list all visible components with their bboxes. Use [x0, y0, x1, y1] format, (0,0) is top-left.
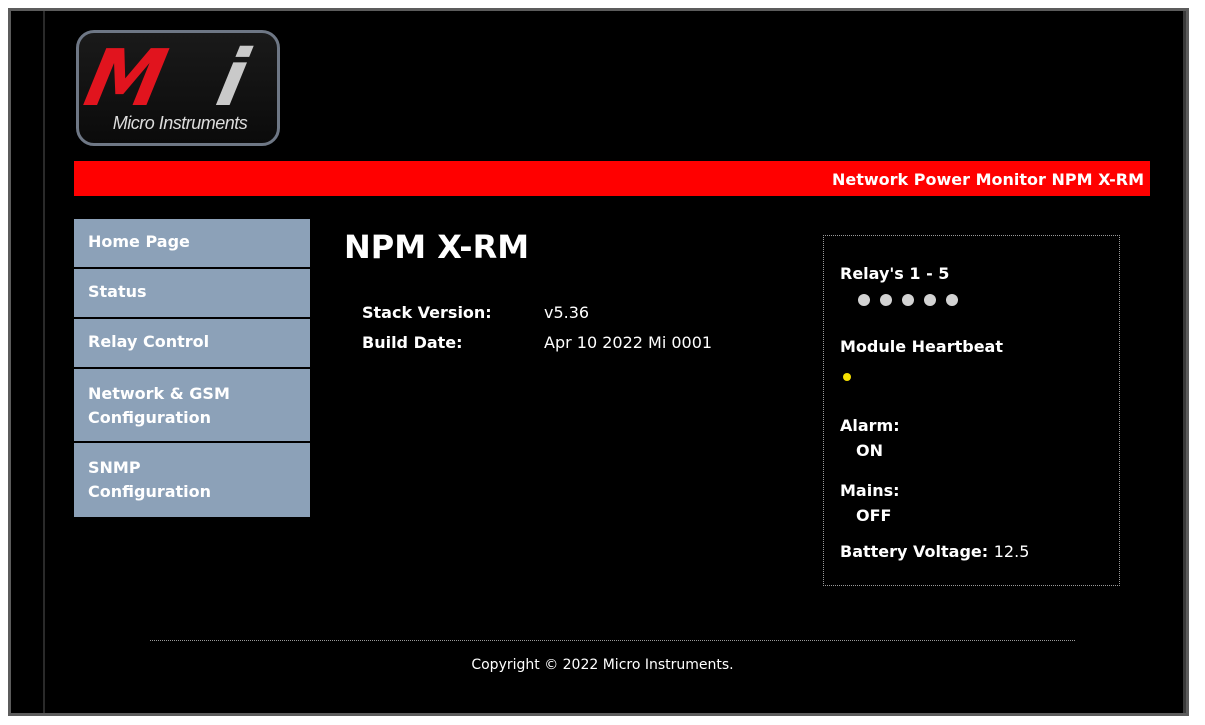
alarm-label: Alarm: [840, 416, 900, 435]
relay-indicator-3 [902, 294, 914, 306]
micro-instruments-logo: M i Micro Instruments [76, 30, 280, 146]
build-date-row: Build Date: Apr 10 2022 Mi 0001 [362, 332, 712, 362]
header-banner: Network Power Monitor NPM X-RM [74, 161, 1150, 196]
relay-indicators [858, 294, 968, 313]
relay-indicator-2 [880, 294, 892, 306]
nav-item-relay-control[interactable]: Relay Control [74, 319, 310, 369]
relay-indicator-5 [946, 294, 958, 306]
nav-item-snmp-configuration[interactable]: SNMP Configuration [74, 443, 310, 517]
page-title: NPM X-RM [344, 228, 530, 266]
stack-version-value: v5.36 [544, 303, 590, 322]
build-date-label: Build Date: [362, 333, 463, 352]
battery-voltage-row: Battery Voltage: 12.5 [840, 542, 1029, 561]
banner-title: Network Power Monitor NPM X-RM [832, 170, 1144, 189]
logo-letter-i: i [209, 34, 256, 124]
heartbeat-label: Module Heartbeat [840, 337, 1003, 356]
nav-item-status[interactable]: Status [74, 269, 310, 319]
nav-item-label-line2: Configuration [88, 482, 212, 501]
nav-item-label: Relay Control [88, 332, 210, 351]
stack-version-label: Stack Version: [362, 303, 492, 322]
nav-item-home-page[interactable]: Home Page [74, 219, 310, 269]
sidebar-nav: Home Page Status Relay Control Network &… [74, 219, 310, 517]
relays-label: Relay's 1 - 5 [840, 264, 950, 283]
status-panel: Relay's 1 - 5 Module Heartbeat Alarm: ON… [823, 235, 1120, 586]
version-info: Stack Version: v5.36 Build Date: Apr 10 20… [362, 302, 712, 362]
battery-voltage-label: Battery Voltage: [840, 542, 989, 561]
mains-label: Mains: [840, 481, 900, 500]
nav-item-label: Status [88, 282, 147, 301]
logo-text: Micro Instruments [112, 113, 248, 133]
stack-version-row: Stack Version: v5.36 [362, 302, 712, 332]
nav-item-label-line2: Configuration [88, 408, 212, 427]
mains-value: OFF [856, 506, 892, 525]
footer-copyright: Copyright © 2022 Micro Instruments. [471, 657, 734, 673]
build-date-value: Apr 10 2022 Mi 0001 [544, 333, 713, 352]
heartbeat-indicator [843, 373, 851, 381]
alarm-value: ON [856, 441, 883, 460]
frame-divider-right [1183, 11, 1186, 713]
logo-letter-m: M [77, 34, 169, 124]
nav-item-label-line1: Network & GSM [88, 384, 230, 403]
footer-divider [150, 640, 1075, 641]
nav-item-network-gsm-configuration[interactable]: Network & GSM Configuration [74, 369, 310, 443]
battery-voltage-value: 12.5 [993, 542, 1030, 561]
nav-item-label: Home Page [88, 232, 190, 251]
frame-divider [43, 11, 45, 713]
relay-indicator-1 [858, 294, 870, 306]
nav-item-label-line1: SNMP [88, 458, 141, 477]
relay-indicator-4 [924, 294, 936, 306]
